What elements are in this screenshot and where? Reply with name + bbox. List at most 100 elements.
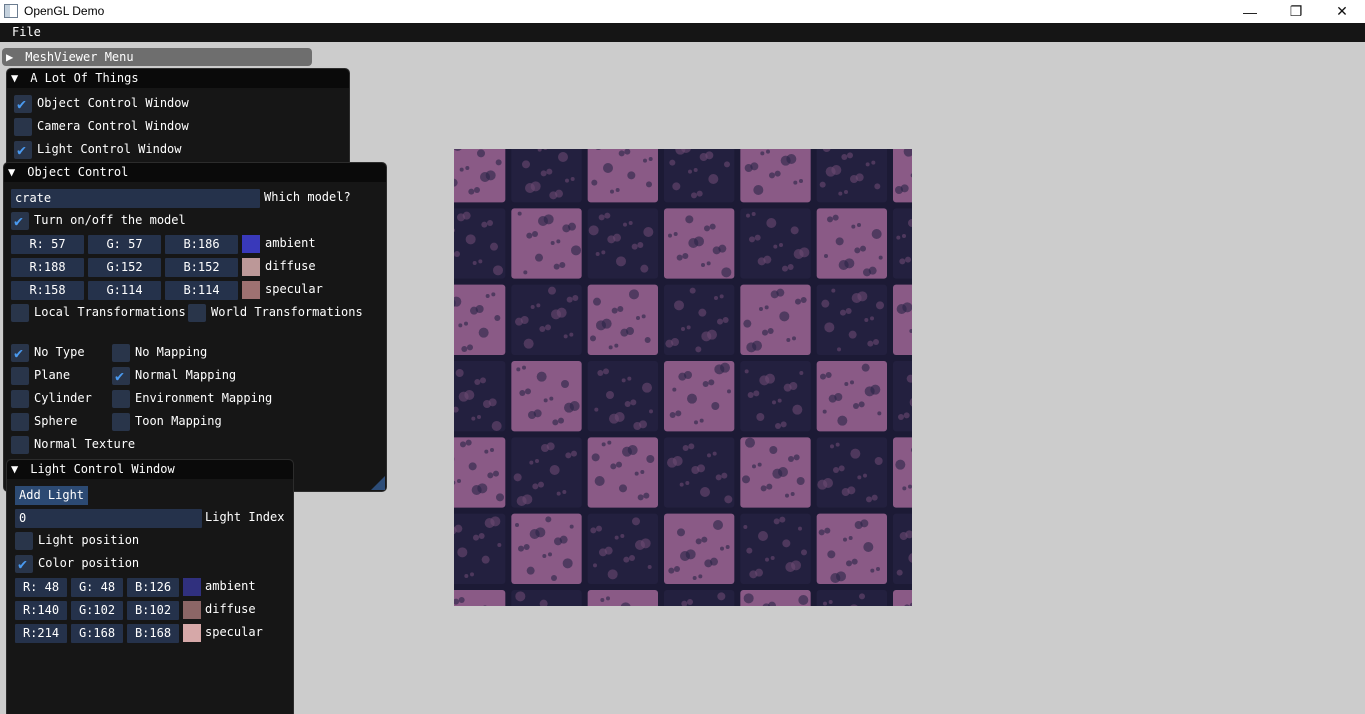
ambient-r-field[interactable]: R: 57	[11, 235, 84, 254]
no-mapping-checkbox[interactable]	[112, 344, 130, 362]
texture-speckle	[548, 552, 552, 557]
texture-speckle	[631, 243, 638, 250]
texture-speckle	[611, 307, 618, 314]
minimize-button[interactable]: —	[1227, 0, 1273, 23]
a-lot-of-things-title[interactable]: ▼ A Lot Of Things	[7, 69, 349, 88]
texture-speckle	[837, 347, 841, 352]
model-label: Which model?	[264, 190, 351, 204]
ambient-b-field[interactable]: B:186	[165, 235, 238, 254]
texture-speckle	[827, 216, 833, 223]
texture-speckle	[830, 573, 841, 583]
menu-file[interactable]: File	[12, 25, 41, 39]
color-position-checkbox[interactable]: ✔	[15, 555, 33, 573]
texture-speckle	[474, 187, 480, 193]
texture-speckle	[773, 518, 780, 525]
texture-tile	[740, 208, 811, 279]
light-diffuse-b-field[interactable]: B:102	[127, 601, 179, 620]
ambient-color-swatch[interactable]	[242, 235, 260, 253]
texture-speckle	[680, 551, 690, 561]
texture-speckle	[606, 391, 614, 399]
app-icon	[4, 4, 18, 18]
texture-speckle	[636, 316, 640, 320]
texture-speckle	[640, 470, 645, 474]
light-diffuse-color-swatch[interactable]	[183, 601, 201, 619]
ambient-g-field[interactable]: G: 57	[88, 235, 161, 254]
menu-bar: File	[0, 23, 1365, 42]
close-button[interactable]: ✕	[1319, 0, 1365, 23]
light-diffuse-r-field[interactable]: R:140	[15, 601, 67, 620]
light-ambient-g-field[interactable]: G: 48	[71, 578, 123, 597]
texture-speckle	[691, 466, 700, 474]
texture-speckle	[571, 450, 577, 457]
texture-speckle	[898, 414, 904, 420]
maximize-button[interactable]: ❐	[1273, 0, 1319, 23]
texture-speckle	[878, 255, 883, 260]
light-ambient-r-field[interactable]: R: 48	[15, 578, 67, 597]
texture-speckle	[603, 368, 609, 375]
object-control-title[interactable]: ▼ Object Control	[4, 163, 386, 182]
normal-mapping-checkbox[interactable]: ✔	[112, 367, 130, 385]
light-diffuse-g-field[interactable]: G:102	[71, 601, 123, 620]
light-ambient-b-field[interactable]: B:126	[127, 578, 179, 597]
texture-speckle	[824, 254, 828, 258]
texture-speckle	[717, 592, 726, 601]
collapsed-arrow-icon: ▶	[6, 50, 14, 64]
texture-speckle	[764, 305, 769, 310]
texture-speckle	[772, 400, 776, 405]
turn-onoff-checkbox[interactable]: ✔	[11, 212, 29, 230]
texture-speckle	[742, 475, 750, 484]
diffuse-g-field[interactable]: G:152	[88, 258, 161, 277]
texture-speckle	[628, 221, 633, 225]
diffuse-b-field[interactable]: B:152	[165, 258, 238, 277]
texture-speckle	[874, 183, 881, 190]
toon-mapping-checkbox[interactable]	[112, 413, 130, 431]
light-specular-color-swatch[interactable]	[183, 624, 201, 642]
texture-speckle	[786, 338, 791, 342]
texture-speckle	[827, 550, 836, 559]
diffuse-r-field[interactable]: R:188	[11, 258, 84, 277]
environment-mapping-checkbox[interactable]	[112, 390, 130, 408]
resize-grip-icon[interactable]	[371, 476, 385, 490]
texture-speckle	[588, 225, 599, 236]
texture-speckle	[546, 168, 553, 175]
light-position-checkbox[interactable]	[15, 532, 33, 550]
texture-speckle	[698, 574, 703, 579]
texture-speckle	[846, 560, 852, 567]
light-control-window-checkbox[interactable]: ✔	[14, 141, 32, 159]
diffuse-color-swatch[interactable]	[242, 258, 260, 276]
type-sphere-checkbox[interactable]	[11, 413, 29, 431]
texture-speckle	[603, 163, 613, 173]
specular-b-field[interactable]: B:114	[165, 281, 238, 300]
texture-speckle	[821, 299, 830, 308]
light-specular-b-field[interactable]: B:168	[127, 624, 179, 643]
model-input[interactable]: crate	[11, 189, 260, 208]
texture-speckle	[896, 304, 907, 314]
diffuse-label: diffuse	[265, 259, 316, 273]
texture-speckle	[682, 445, 689, 451]
object-control-window-checkbox[interactable]: ✔	[14, 95, 32, 113]
light-index-input[interactable]: 0	[15, 509, 202, 528]
type-cylinder-checkbox[interactable]	[11, 390, 29, 408]
add-light-button[interactable]: Add Light	[15, 486, 89, 505]
texture-tile	[893, 437, 912, 508]
meshviewer-menu-header[interactable]: ▶ MeshViewer Menu	[2, 48, 312, 66]
specular-r-field[interactable]: R:158	[11, 281, 84, 300]
texture-speckle	[687, 393, 697, 404]
texture-speckle	[702, 381, 709, 387]
type-normal-texture-checkbox[interactable]	[11, 436, 29, 454]
texture-speckle	[618, 150, 625, 157]
light-ambient-color-swatch[interactable]	[183, 578, 201, 596]
render-viewport[interactable]	[454, 149, 912, 606]
light-specular-g-field[interactable]: G:168	[71, 624, 123, 643]
light-control-title[interactable]: ▼ Light Control Window	[7, 460, 293, 479]
world-transformations-checkbox[interactable]	[188, 304, 206, 322]
camera-control-window-checkbox[interactable]	[14, 118, 32, 136]
specular-g-field[interactable]: G:114	[88, 281, 161, 300]
local-transformations-checkbox[interactable]	[11, 304, 29, 322]
texture-speckle	[620, 328, 629, 337]
type-no-type-checkbox[interactable]: ✔	[11, 344, 29, 362]
texture-speckle	[678, 372, 687, 381]
specular-color-swatch[interactable]	[242, 281, 260, 299]
light-specular-r-field[interactable]: R:214	[15, 624, 67, 643]
type-plane-checkbox[interactable]	[11, 367, 29, 385]
